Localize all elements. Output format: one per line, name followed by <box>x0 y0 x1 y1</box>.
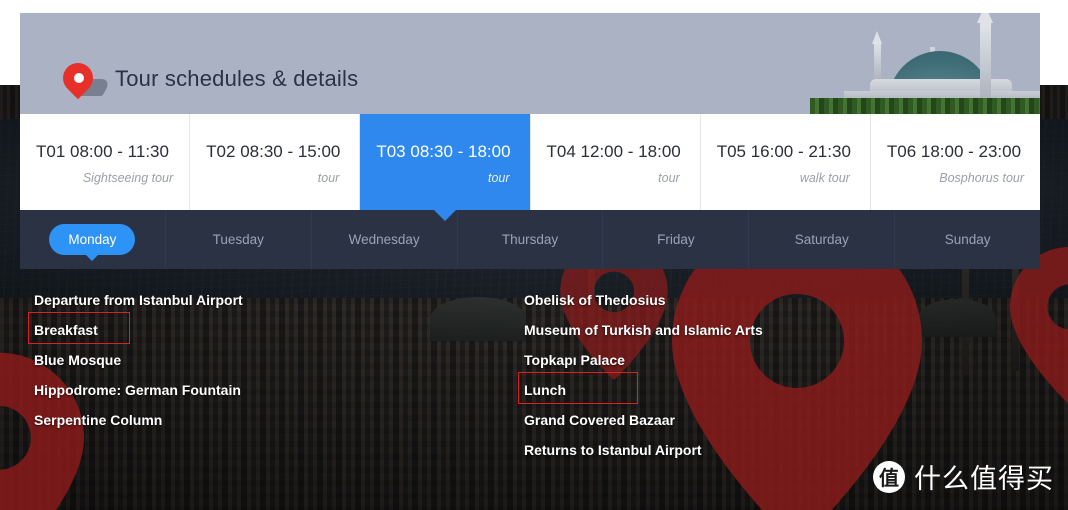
watermark-logo-icon: 值 <box>873 460 905 493</box>
itinerary-item-label: Museum of Turkish and Islamic Arts <box>524 322 763 338</box>
tour-schedule-card: Tour schedules & details T01 08:00 - 11:… <box>20 13 1041 269</box>
itinerary-left-column: Departure from Istanbul Airport Breakfas… <box>0 292 513 492</box>
list-item[interactable]: Topkapı Palace <box>524 352 1026 382</box>
card-header: Tour schedules & details <box>20 13 1040 114</box>
day-tab-label: Monday <box>49 224 136 261</box>
day-tab-label: Wednesday <box>348 232 420 247</box>
day-tab-label: Friday <box>657 232 695 247</box>
watermark-text: 什么值得买 <box>914 464 1054 495</box>
day-tab-list: Monday Tuesday Wednesday Thursday Friday… <box>20 210 1040 269</box>
screenshot-root: Tour schedules & details T01 08:00 - 11:… <box>0 0 1068 510</box>
itinerary-item-label: Returns to Istanbul Airport <box>524 442 702 458</box>
list-item[interactable]: Serpentine Column <box>34 412 513 442</box>
day-tab-label: Thursday <box>501 232 559 247</box>
day-tab-label: Tuesday <box>212 232 264 247</box>
day-tab-saturday[interactable]: Saturday <box>748 210 894 269</box>
map-pin-dot <box>73 72 84 83</box>
list-item[interactable]: Breakfast <box>28 312 513 352</box>
page-title: Tour schedules & details <box>115 66 359 91</box>
list-item[interactable]: Blue Mosque <box>34 352 513 382</box>
day-tab-monday[interactable]: Monday <box>20 210 165 269</box>
day-tab-thursday[interactable]: Thursday <box>456 210 603 269</box>
tour-tab-time: T02 08:30 - 15:00 <box>206 142 341 161</box>
header-foliage <box>810 98 1040 114</box>
itinerary-item-label-highlighted: Lunch <box>518 372 638 404</box>
day-tab-label: Saturday <box>794 232 849 247</box>
list-item[interactable]: Museum of Turkish and Islamic Arts <box>524 322 1026 352</box>
itinerary-item-label: Grand Covered Bazaar <box>524 412 675 428</box>
tour-tab-list: T01 08:00 - 11:30 Sightseeing tour T02 0… <box>20 114 1041 221</box>
list-item[interactable]: Obelisk of Thedosius <box>524 292 1026 322</box>
tour-tab-t04[interactable]: T04 12:00 - 18:00 tour <box>529 114 700 210</box>
tour-tab-time: T03 08:30 - 18:00 <box>376 142 511 161</box>
itinerary-item-label: Topkapı Palace <box>524 352 625 368</box>
itinerary-item-label: Hippodrome: German Fountain <box>34 382 241 398</box>
tour-tab-kind: Bosphorus tour <box>939 171 1025 185</box>
tour-tab-time: T06 18:00 - 23:00 <box>886 142 1022 161</box>
tour-tab-kind: tour <box>658 171 680 185</box>
tour-tab-time: T04 12:00 - 18:00 <box>546 142 681 161</box>
watermark: 值 什么值得买 <box>873 457 1054 496</box>
day-tab-tuesday[interactable]: Tuesday <box>164 210 311 269</box>
tour-tab-time: T01 08:00 - 11:30 <box>36 142 169 161</box>
header-hagia-sophia-image <box>810 13 1040 114</box>
tour-tab-t02[interactable]: T02 08:30 - 15:00 tour <box>189 114 360 210</box>
tour-tab-t06[interactable]: T06 18:00 - 23:00 Bosphorus tour <box>869 114 1041 210</box>
day-tab-label: Sunday <box>944 232 991 247</box>
header-minaret-tall <box>977 13 993 107</box>
day-tab-sunday[interactable]: Sunday <box>894 210 1040 269</box>
tour-tab-t01[interactable]: T01 08:00 - 11:30 Sightseeing tour <box>20 114 190 210</box>
itinerary-item-label: Blue Mosque <box>34 352 122 368</box>
list-item[interactable]: Departure from Istanbul Airport <box>34 292 513 322</box>
tour-tab-t03[interactable]: T03 08:30 - 18:00 tour <box>359 114 530 221</box>
itinerary-item-label: Obelisk of Thedosius <box>524 292 666 308</box>
tour-tab-kind: tour <box>487 171 510 185</box>
itinerary-item-label-highlighted: Breakfast <box>28 312 130 344</box>
map-pin-icon <box>56 56 112 107</box>
list-item[interactable]: Grand Covered Bazaar <box>524 412 1026 442</box>
tour-tab-kind: walk tour <box>799 171 850 185</box>
list-item[interactable]: Lunch <box>518 372 1026 412</box>
itinerary-item-label: Departure from Istanbul Airport <box>34 292 243 308</box>
itinerary-item-label: Serpentine Column <box>34 412 163 428</box>
tour-tab-kind: Sightseeing tour <box>82 171 174 185</box>
day-tab-friday[interactable]: Friday <box>602 210 748 269</box>
tour-tab-t05[interactable]: T05 16:00 - 21:30 walk tour <box>699 114 870 210</box>
tour-tab-kind: tour <box>317 171 340 185</box>
list-item[interactable]: Hippodrome: German Fountain <box>34 382 513 412</box>
tour-tab-time: T05 16:00 - 21:30 <box>716 142 851 161</box>
